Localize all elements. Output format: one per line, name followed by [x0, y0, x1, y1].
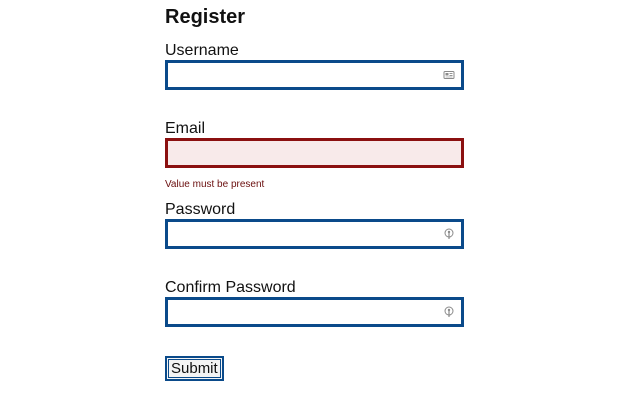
password-input[interactable]	[168, 222, 461, 246]
contact-card-icon[interactable]	[443, 69, 455, 81]
password-label: Password	[165, 201, 236, 218]
email-error-message: Value must be present	[165, 179, 265, 190]
confirm-password-field-box	[165, 297, 464, 327]
username-input[interactable]	[168, 63, 461, 87]
submit-button[interactable]: Submit	[165, 356, 224, 381]
password-key-icon[interactable]	[443, 228, 455, 240]
confirm-password-input[interactable]	[168, 300, 461, 324]
email-label: Email	[165, 120, 206, 137]
confirm-password-label: Confirm Password	[165, 279, 296, 296]
password-field-box	[165, 219, 464, 249]
form-title: Register	[165, 6, 246, 28]
register-page: Register Username Email Value must be pr…	[0, 0, 640, 400]
username-field-box	[165, 60, 464, 90]
password-key-icon[interactable]	[443, 306, 455, 318]
email-field-box	[165, 138, 464, 168]
email-input[interactable]	[168, 141, 461, 165]
username-label: Username	[165, 42, 239, 59]
